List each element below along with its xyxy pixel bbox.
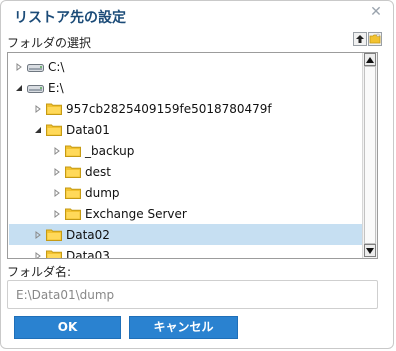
folder-tree[interactable]: C:\ E:\ 957cb2825409159fe5018780479f Data01… (7, 52, 378, 259)
tree-node-label: Data01 (66, 122, 110, 137)
folder-icon (65, 144, 81, 157)
folder-icon (46, 123, 62, 136)
expand-right-icon[interactable] (52, 209, 62, 219)
drive-icon (27, 83, 45, 93)
tree-node[interactable]: E:\ (9, 77, 362, 98)
ok-button[interactable]: OK (14, 316, 121, 339)
scroll-down-button[interactable] (364, 244, 376, 257)
expand-down-icon[interactable] (14, 83, 24, 93)
restore-destination-dialog: リストア先の設定 ✕ フォルダの選択 C:\ E:\ 957cb2825409159… (0, 0, 394, 349)
tree-node[interactable]: _backup (9, 140, 362, 161)
tree-node[interactable]: 957cb2825409159fe5018780479f (9, 98, 362, 119)
tree-node-label: 957cb2825409159fe5018780479f (66, 101, 272, 116)
tree-node-label: dump (85, 185, 120, 200)
tree-node[interactable]: Data03 (9, 245, 362, 259)
folder-up-icon[interactable] (353, 32, 367, 46)
new-folder-icon[interactable] (368, 32, 382, 46)
drive-icon (27, 62, 45, 72)
expand-right-icon[interactable] (14, 62, 24, 72)
tree-node-label: dest (85, 164, 111, 179)
tree-node-label: C:\ (48, 59, 65, 74)
folder-icon (65, 165, 81, 178)
tree-node[interactable]: dump (9, 182, 362, 203)
tree-node-label: _backup (85, 143, 135, 158)
cancel-button[interactable]: キャンセル (129, 316, 238, 339)
expand-right-icon[interactable] (33, 104, 43, 114)
tree-scrollbar[interactable] (362, 53, 377, 258)
tree-toolbar (353, 32, 382, 46)
expand-right-icon[interactable] (33, 251, 43, 258)
tree-node[interactable]: Data02 (9, 224, 362, 245)
folder-icon (46, 249, 62, 258)
expand-right-icon[interactable] (52, 188, 62, 198)
folder-icon (46, 102, 62, 115)
tree-node-label: Data02 (66, 227, 110, 242)
tree-node-label: E:\ (48, 80, 64, 95)
expand-down-icon[interactable] (33, 125, 43, 135)
tree-node[interactable]: C:\ (9, 56, 362, 77)
folder-name-label: フォルダ名: (7, 265, 72, 279)
scroll-thumb[interactable] (364, 66, 376, 244)
dialog-title: リストア先の設定 (14, 10, 126, 26)
tree-node[interactable]: Exchange Server (9, 203, 362, 224)
folder-icon (65, 186, 81, 199)
tree-node-label: Exchange Server (85, 206, 187, 221)
folder-name-input[interactable] (7, 280, 378, 309)
folder-icon (65, 207, 81, 220)
tree-node[interactable]: Data01 (9, 119, 362, 140)
scroll-up-button[interactable] (364, 53, 376, 66)
expand-right-icon[interactable] (52, 167, 62, 177)
expand-right-icon[interactable] (52, 146, 62, 156)
folder-icon (46, 228, 62, 241)
tree-node-label: Data03 (66, 248, 110, 259)
tree-node[interactable]: dest (9, 161, 362, 182)
close-icon[interactable]: ✕ (369, 5, 383, 19)
expand-right-icon[interactable] (33, 230, 43, 240)
folder-selection-label: フォルダの選択 (7, 36, 92, 50)
